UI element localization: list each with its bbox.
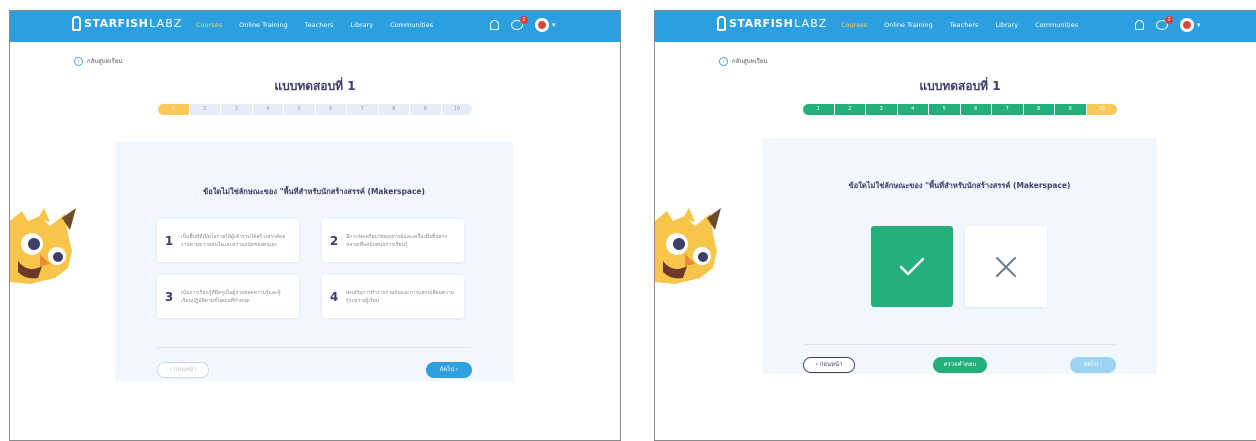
progress-step[interactable]: 2 [834, 104, 865, 115]
back-to-lesson-link[interactable]: ‹ กลับสู่บทเรียน [719, 56, 767, 66]
progress-step[interactable]: 7 [992, 104, 1023, 115]
chat-icon[interactable]: 2 [511, 16, 528, 30]
progress-step[interactable]: 10 [1086, 104, 1117, 115]
owl-mascot [10, 208, 76, 284]
nav-item-online-training[interactable]: Online Training [239, 21, 288, 29]
nav-icons: 2 ▾ [490, 16, 556, 32]
check-icon [899, 257, 925, 275]
progress-step[interactable]: 1 [803, 104, 834, 115]
avatar[interactable] [535, 18, 549, 32]
progress-step[interactable]: 3 [866, 104, 897, 115]
question-card: ข้อใดไม่ใช่ลักษณะของ "พื้นที่สำหรับนักสร… [762, 138, 1157, 374]
answer-option-2[interactable]: 2 มีการจัดเตรียมวัสดุอุปกรณ์และเครื่องมื… [322, 219, 464, 262]
option-text: เป็นพื้นที่ที่เปิดโอกาสให้ผู้เข้าร่วมได้… [181, 233, 286, 248]
progress-step[interactable]: 9 [1055, 104, 1086, 115]
divider [157, 347, 471, 348]
option-number: 2 [329, 233, 339, 248]
notification-badge: 2 [520, 16, 528, 24]
divider [804, 344, 1115, 345]
option-text: ส่งเสริมการทำงานร่วมกันและการแลกเปลี่ยนค… [346, 289, 455, 304]
progress-step[interactable]: 4 [897, 104, 928, 115]
answer-option-3[interactable]: 3 เน้นการเรียนรู้ที่มีครูเป็นผู้ถ่ายทอดค… [157, 275, 299, 318]
nav-item-courses[interactable]: Courses [841, 21, 867, 29]
avatar[interactable] [1180, 18, 1194, 32]
progress-step[interactable]: 5 [284, 104, 315, 115]
nav-item-library[interactable]: Library [350, 21, 373, 29]
answer-option-1[interactable]: 1 เป็นพื้นที่ที่เปิดโอกาสให้ผู้เข้าร่วมไ… [157, 219, 299, 262]
quiz-progress-bar: 1 2 3 4 5 6 7 8 9 10 [158, 104, 472, 115]
option-text: เน้นการเรียนรู้ที่มีครูเป็นผู้ถ่ายทอดควา… [181, 289, 281, 304]
option-number: 1 [164, 233, 174, 248]
close-icon [996, 256, 1016, 277]
progress-step[interactable]: 1 [158, 104, 189, 115]
progress-step[interactable]: 6 [960, 104, 991, 115]
logo[interactable]: STARFISH LABZ [72, 16, 182, 31]
nav-item-courses[interactable]: Courses [196, 21, 222, 29]
previous-button[interactable]: ‹ ก่อนหน้า [157, 362, 209, 378]
quiz-screen-multiple-choice: STARFISH LABZ Courses Online Training Te… [9, 10, 621, 441]
progress-step[interactable]: 2 [189, 104, 220, 115]
progress-step[interactable]: 6 [315, 104, 346, 115]
notification-badge: 2 [1165, 16, 1173, 24]
quiz-progress-bar: 1 2 3 4 5 6 7 8 9 10 [803, 104, 1117, 115]
progress-step[interactable]: 4 [252, 104, 283, 115]
previous-button[interactable]: ‹ ก่อนหน้า [803, 357, 855, 373]
question-card: ข้อใดไม่ใช่ลักษณะของ "พื้นที่สำหรับนักสร… [115, 141, 513, 381]
option-number: 3 [164, 289, 174, 304]
logo-subtext: LABZ [149, 17, 183, 30]
question-text: ข้อใดไม่ใช่ลักษณะของ "พื้นที่สำหรับนักสร… [203, 187, 425, 196]
nav-item-communities[interactable]: Communities [1035, 21, 1078, 29]
back-arrow-icon: ‹ [74, 56, 83, 66]
starfish-logo-icon [72, 16, 81, 31]
progress-step[interactable]: 5 [929, 104, 960, 115]
answer-option-4[interactable]: 4 ส่งเสริมการทำงานร่วมกันและการแลกเปลี่ย… [322, 275, 464, 318]
nav-item-teachers[interactable]: Teachers [305, 21, 334, 29]
option-text: มีการจัดเตรียมวัสดุอุปกรณ์และเครื่องมือท… [346, 233, 448, 248]
starfish-logo-icon [717, 16, 726, 31]
logo-text: STARFISH [729, 17, 794, 30]
page-title: แบบทดสอบที่ 1 [274, 79, 356, 93]
chevron-down-icon[interactable]: ▾ [552, 21, 556, 29]
option-number: 4 [329, 289, 339, 304]
submit-answer-button[interactable]: ตรวจคำตอบ [933, 357, 987, 373]
nav-item-library[interactable]: Library [995, 21, 1018, 29]
false-answer-button[interactable] [965, 226, 1047, 307]
progress-step[interactable]: 3 [221, 104, 252, 115]
next-button[interactable]: ถัดไป › [426, 362, 472, 378]
bell-icon[interactable] [1135, 20, 1144, 30]
quiz-screen-true-false: STARFISH LABZ Courses Online Training Te… [654, 10, 1256, 441]
next-button[interactable]: ถัดไป › [1070, 357, 1116, 373]
page-title: แบบทดสอบที่ 1 [919, 79, 1001, 93]
nav-item-online-training[interactable]: Online Training [884, 21, 933, 29]
logo-text: STARFISH [84, 17, 149, 30]
chevron-down-icon[interactable]: ▾ [1197, 21, 1201, 29]
nav-icons: 2 ▾ [1135, 16, 1201, 32]
logo[interactable]: STARFISH LABZ [717, 16, 827, 31]
progress-step[interactable]: 8 [378, 104, 409, 115]
back-to-lesson-link[interactable]: ‹ กลับสู่บทเรียน [74, 56, 122, 66]
question-text: ข้อใดไม่ใช่ลักษณะของ "พื้นที่สำหรับนักสร… [848, 181, 1071, 190]
progress-step[interactable]: 9 [410, 104, 441, 115]
bell-icon[interactable] [490, 20, 499, 30]
true-answer-button[interactable] [871, 226, 953, 307]
progress-step[interactable]: 10 [441, 104, 472, 115]
nav-item-communities[interactable]: Communities [390, 21, 433, 29]
nav-menu: Courses Online Training Teachers Library… [196, 21, 450, 29]
progress-step[interactable]: 8 [1023, 104, 1054, 115]
back-label: กลับสู่บทเรียน [87, 58, 123, 65]
owl-mascot [655, 208, 721, 284]
nav-menu: Courses Online Training Teachers Library… [841, 21, 1095, 29]
nav-item-teachers[interactable]: Teachers [950, 21, 979, 29]
progress-step[interactable]: 7 [347, 104, 378, 115]
logo-subtext: LABZ [794, 17, 828, 30]
top-navbar: STARFISH LABZ Courses Online Training Te… [655, 11, 1256, 42]
chat-icon[interactable]: 2 [1156, 16, 1173, 30]
back-arrow-icon: ‹ [719, 56, 728, 66]
top-navbar: STARFISH LABZ Courses Online Training Te… [10, 11, 620, 42]
back-label: กลับสู่บทเรียน [732, 58, 768, 65]
